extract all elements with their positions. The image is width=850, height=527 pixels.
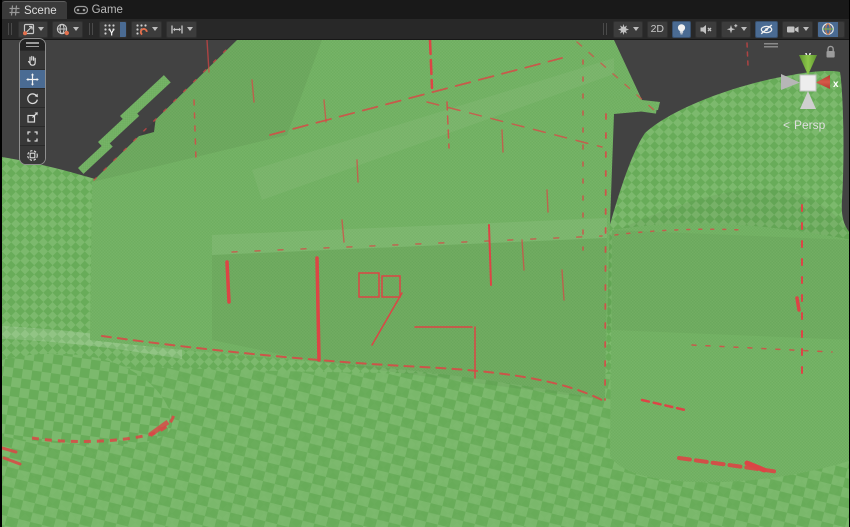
scene-audio-button[interactable]: [695, 21, 717, 38]
lightbulb-icon: [676, 23, 687, 36]
effects-menu-button[interactable]: [721, 21, 751, 38]
audio-muted-icon: [699, 23, 713, 36]
grid-visibility-button[interactable]: Y: [99, 21, 127, 38]
gizmo-sphere-icon[interactable]: [818, 22, 838, 37]
unity-scene-window: Scene Game: [0, 0, 850, 527]
dropdown-arrow: [38, 27, 44, 31]
transform-icon: [26, 149, 39, 162]
gizmos-menu-button[interactable]: [817, 21, 845, 38]
tool-scale[interactable]: [20, 107, 45, 126]
rotate-icon: [26, 92, 39, 105]
axis-neg-y-cone[interactable]: [800, 91, 816, 109]
tab-scene-label: Scene: [24, 5, 57, 17]
move-icon: [26, 73, 39, 86]
gizmo-overlay-handle[interactable]: [764, 43, 778, 48]
scene-effects-button[interactable]: [613, 21, 643, 38]
tab-scene[interactable]: Scene: [2, 1, 67, 19]
tool-rect[interactable]: [20, 126, 45, 145]
tool-transform[interactable]: [20, 145, 45, 164]
toolbar-separator: [8, 23, 12, 35]
scale-icon: [26, 111, 39, 124]
overlay-drag-handle[interactable]: [20, 39, 45, 50]
retaining-wall: [610, 223, 850, 482]
view-tab-bar: Scene Game: [2, 0, 849, 19]
grid-visibility-dropdown[interactable]: [120, 22, 126, 37]
tab-game-label: Game: [92, 4, 123, 16]
dropdown-arrow: [741, 27, 747, 31]
projection-toggle[interactable]: < Persp: [783, 118, 826, 132]
shading-mode-button[interactable]: [18, 21, 48, 38]
camera-settings-button[interactable]: [782, 21, 813, 38]
dropdown-arrow: [633, 27, 639, 31]
gizmo-cube[interactable]: [800, 75, 816, 91]
persp-chevron-icon: <: [783, 118, 790, 132]
tool-rotate[interactable]: [20, 88, 45, 107]
tool-move[interactable]: [20, 69, 45, 88]
dropdown-arrow: [73, 27, 79, 31]
scene-render[interactable]: [2, 40, 850, 527]
scene-grid-icon: [9, 5, 20, 16]
dropdown-arrow: [187, 27, 193, 31]
globe-icon: [56, 23, 70, 36]
svg-text:Y: Y: [109, 28, 115, 36]
scene-toolbar: Y: [2, 19, 849, 40]
projection-label: Persp: [794, 118, 826, 132]
axis-x-cone[interactable]: [816, 75, 830, 89]
hand-icon: [26, 54, 39, 67]
grid-snap-icon: [135, 23, 149, 36]
sparkle-icon: [725, 23, 738, 36]
scene-viewport[interactable]: y x < Persp: [2, 40, 850, 527]
toolbar-separator: [603, 23, 607, 35]
orientation-gizmo[interactable]: y x < Persp: [757, 42, 850, 137]
sun-burst-icon: [617, 23, 630, 36]
move-snap-button[interactable]: [166, 21, 197, 38]
gizmos-dropdown[interactable]: [838, 22, 844, 37]
rect-tool-icon: [26, 130, 39, 143]
ruler-snap-icon: [170, 23, 184, 36]
scene-lighting-button[interactable]: [672, 21, 691, 38]
dropdown-arrow: [152, 27, 158, 31]
shaded-cube-icon: [22, 23, 35, 36]
axis-neg-z-cone[interactable]: [781, 74, 800, 90]
tools-overlay: [19, 38, 46, 165]
snap-increment-button[interactable]: [131, 21, 162, 38]
axis-x-label: x: [833, 79, 839, 90]
grid-y-icon[interactable]: Y: [100, 22, 120, 37]
eye-slash-icon: [759, 23, 774, 36]
tab-game[interactable]: Game: [67, 1, 133, 19]
tool-view-hand[interactable]: [20, 50, 45, 69]
dropdown-arrow: [803, 27, 809, 31]
video-camera-icon: [786, 23, 800, 36]
axis-y-cone[interactable]: [799, 55, 817, 75]
padlock-icon[interactable]: [827, 46, 835, 57]
scene-visibility-button[interactable]: [755, 21, 778, 38]
gamepad-icon: [74, 5, 88, 15]
mode-2d-label: 2D: [651, 23, 664, 35]
camera-view-button[interactable]: [52, 21, 83, 38]
toolbar-separator: [89, 23, 93, 35]
mode-2d-button[interactable]: 2D: [647, 21, 668, 38]
